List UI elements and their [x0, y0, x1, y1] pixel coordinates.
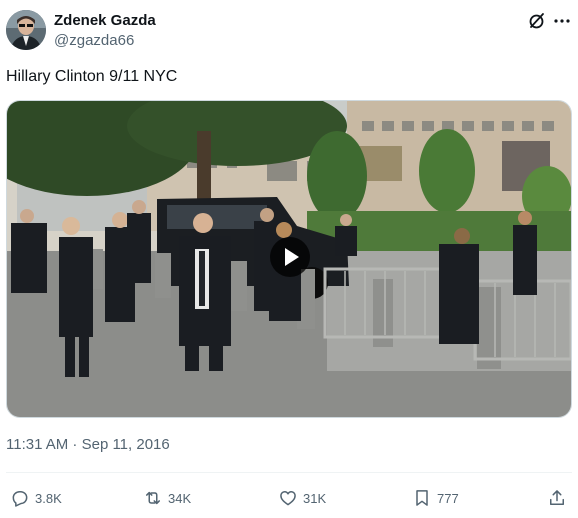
- author-handle[interactable]: @zgazda66: [54, 32, 134, 50]
- action-bar: 3.8K 34K 31K 777: [0, 484, 578, 512]
- bookmark-count: 777: [437, 490, 459, 506]
- retweet-button[interactable]: 34K: [143, 486, 191, 510]
- more-options-icon[interactable]: [552, 11, 572, 31]
- tweet-timestamp[interactable]: 11:31 AM · Sep 11, 2016: [6, 436, 170, 454]
- video-player[interactable]: [6, 100, 572, 418]
- author-name[interactable]: Zdenek Gazda: [54, 12, 156, 30]
- bookmark-icon: [416, 490, 428, 506]
- tweet-text: Hillary Clinton 9/11 NYC: [6, 68, 178, 85]
- share-icon: [550, 490, 564, 505]
- avatar[interactable]: [6, 10, 46, 50]
- heart-icon: [280, 491, 296, 506]
- bookmark-button[interactable]: 777: [412, 486, 459, 510]
- play-icon: [285, 248, 299, 266]
- like-button[interactable]: 31K: [278, 486, 326, 510]
- grok-icon[interactable]: [527, 11, 547, 31]
- reply-button[interactable]: 3.8K: [10, 486, 62, 510]
- retweet-count: 34K: [168, 490, 192, 506]
- retweet-icon: [146, 491, 160, 505]
- share-button[interactable]: [547, 486, 572, 510]
- reply-count: 3.8K: [35, 490, 62, 506]
- tweet-header: Zdenek Gazda @zgazda66: [6, 8, 572, 52]
- reply-icon: [12, 491, 28, 507]
- like-count: 31K: [303, 490, 327, 506]
- play-button[interactable]: [270, 237, 310, 277]
- divider: [6, 472, 572, 473]
